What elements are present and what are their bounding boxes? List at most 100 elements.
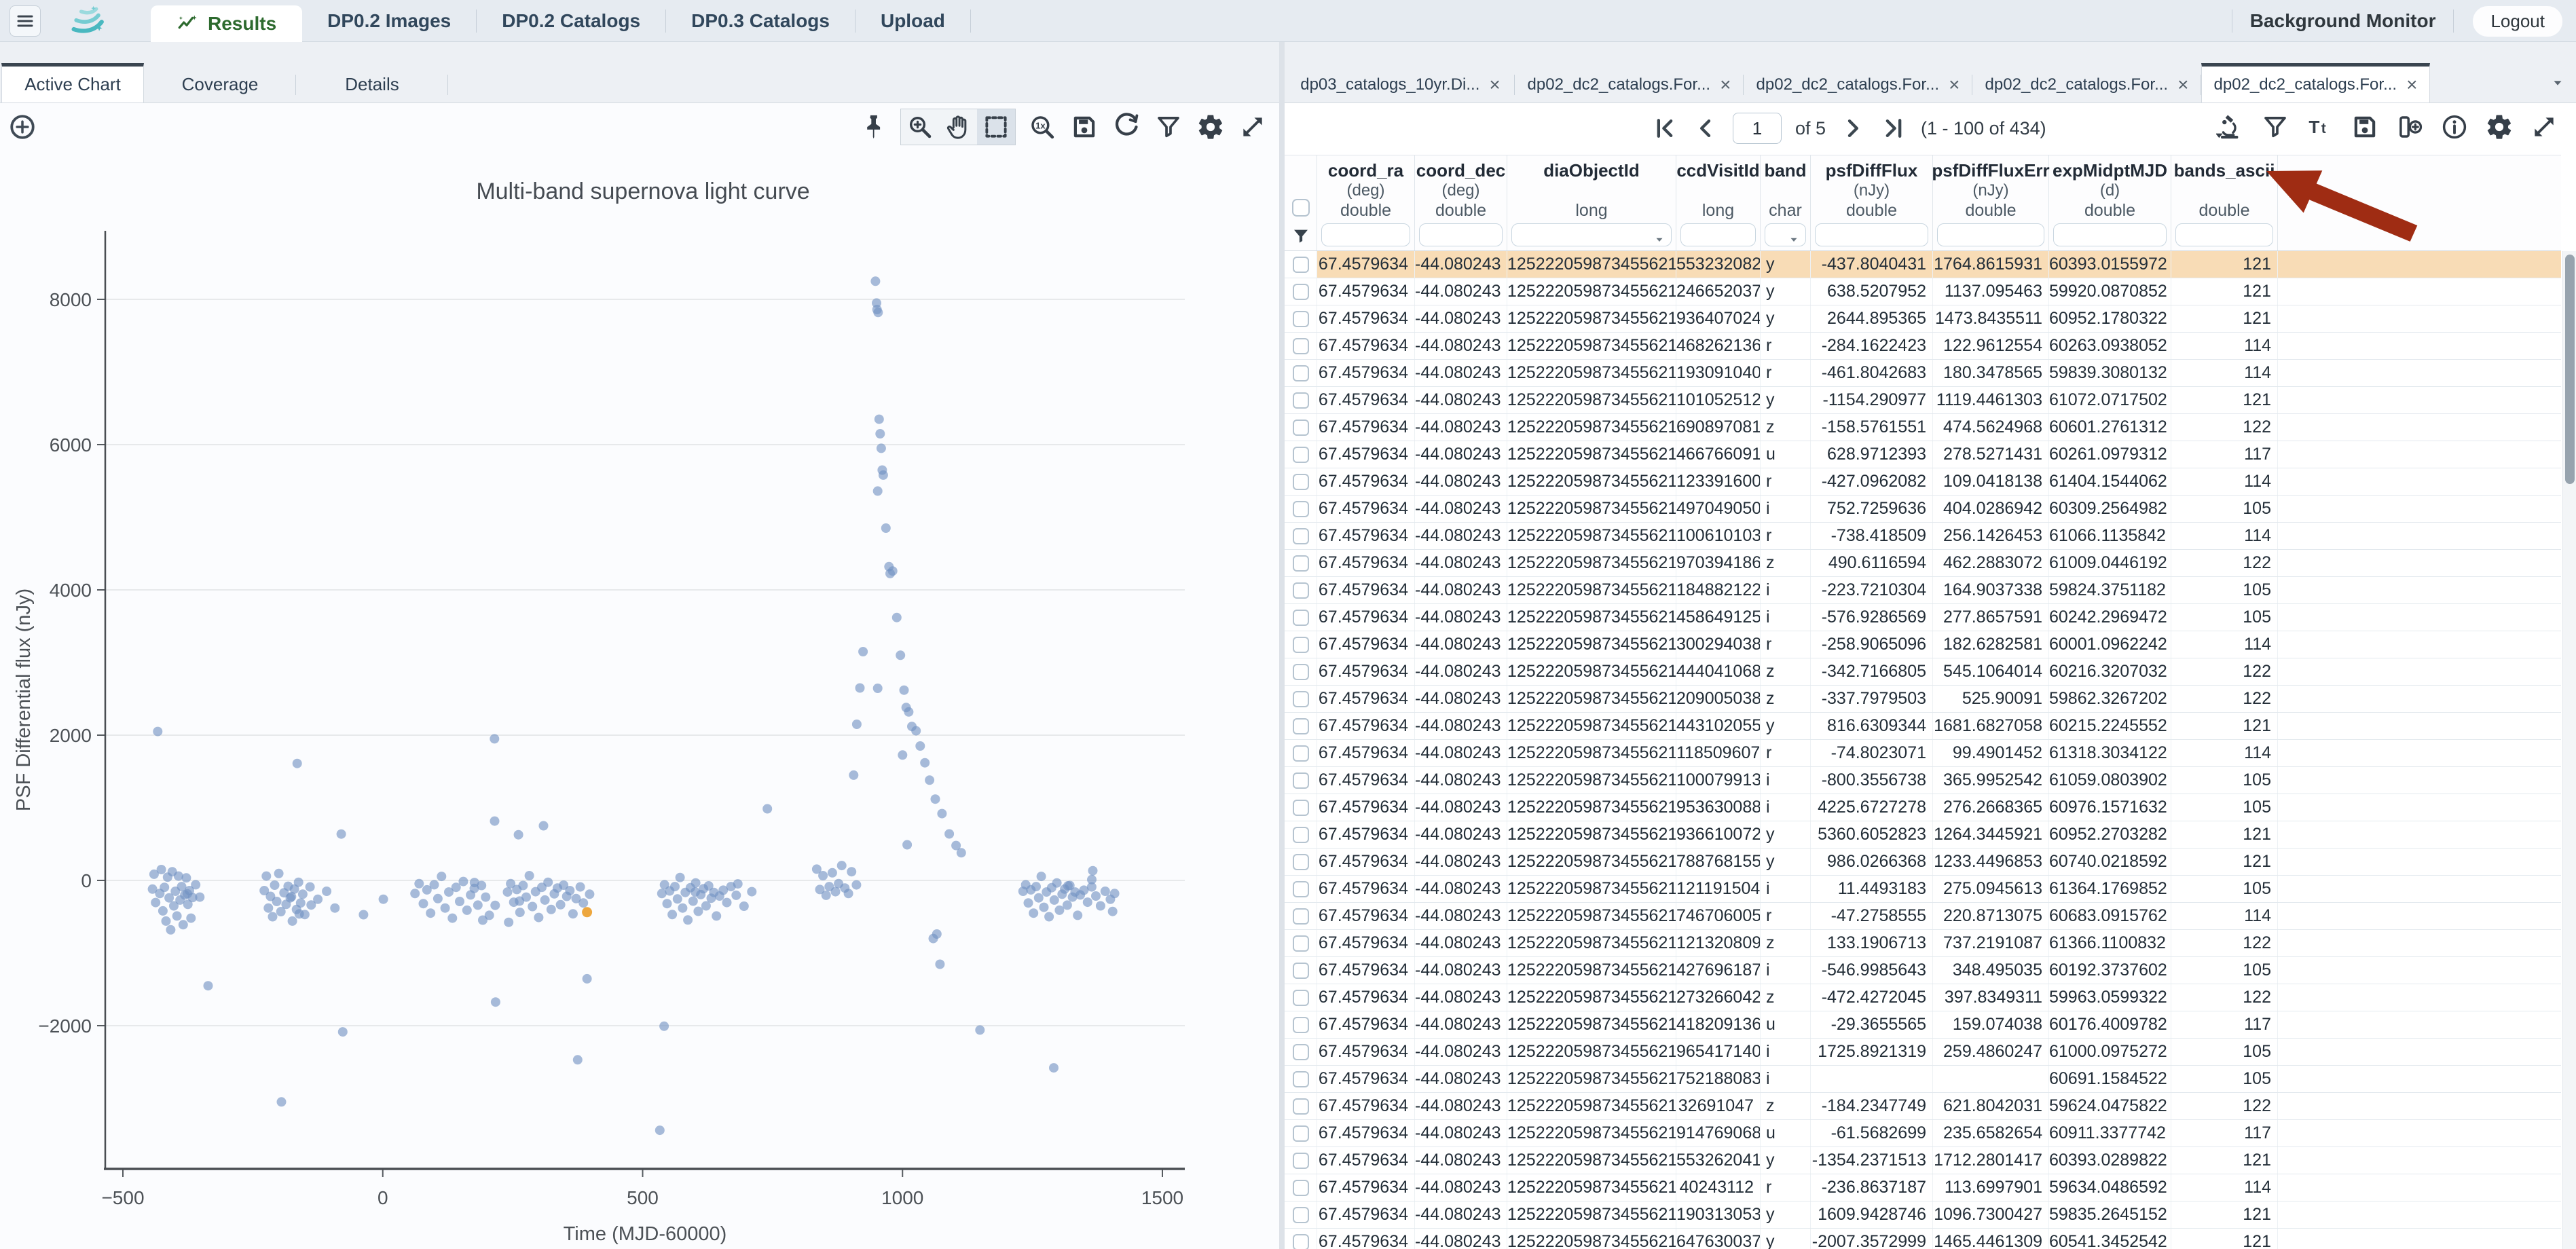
data-point[interactable]: [484, 910, 494, 920]
row-checkbox[interactable]: [1292, 527, 1309, 544]
data-point[interactable]: [915, 741, 925, 751]
data-point[interactable]: [191, 880, 201, 890]
data-point[interactable]: [293, 877, 303, 887]
table-options-button[interactable]: [2215, 111, 2246, 143]
data-point[interactable]: [528, 901, 538, 912]
row-checkbox[interactable]: [1292, 989, 1309, 1006]
table-row[interactable]: 67.4579634 -44.080243 1252220598734556212 5…: [1285, 1147, 2561, 1174]
add-chart-button[interactable]: [8, 113, 37, 141]
data-point[interactable]: [1109, 889, 1120, 899]
data-point[interactable]: [426, 908, 436, 918]
data-point[interactable]: [1049, 1063, 1059, 1073]
row-checkbox[interactable]: [1292, 555, 1309, 572]
data-point[interactable]: [263, 903, 274, 913]
data-point[interactable]: [851, 880, 862, 890]
data-point[interactable]: [151, 897, 161, 908]
data-point[interactable]: [1029, 908, 1039, 918]
table-row[interactable]: 67.4579634 -44.080243 1252220598734556212 1…: [1285, 523, 2561, 550]
column-filter-input[interactable]: [1815, 223, 1928, 246]
data-point[interactable]: [956, 848, 966, 858]
data-point[interactable]: [268, 912, 278, 922]
table-row[interactable]: 67.4579634 -44.080243 1252220598734556212 4…: [1285, 1174, 2561, 1201]
next-page-button[interactable]: [1839, 115, 1866, 142]
data-point[interactable]: [447, 913, 458, 923]
table-row[interactable]: 67.4579634 -44.080243 1252220598734556212 4…: [1285, 957, 2561, 984]
column-filter-input[interactable]: [1680, 223, 1756, 246]
table-row[interactable]: 67.4579634 -44.080243 1252220598734556212 1…: [1285, 767, 2561, 794]
data-point[interactable]: [887, 566, 898, 576]
row-checkbox[interactable]: [1292, 1043, 1309, 1060]
row-checkbox[interactable]: [1292, 609, 1309, 626]
data-point[interactable]: [572, 1055, 583, 1065]
data-point[interactable]: [578, 898, 589, 908]
data-point[interactable]: [855, 683, 865, 693]
data-point[interactable]: [502, 887, 513, 897]
data-point[interactable]: [659, 1021, 669, 1031]
data-point[interactable]: [731, 890, 741, 900]
row-checkbox[interactable]: [1292, 283, 1309, 300]
data-point[interactable]: [762, 804, 773, 814]
data-point[interactable]: [870, 276, 881, 286]
data-point[interactable]: [858, 647, 868, 656]
data-point[interactable]: [904, 707, 914, 717]
data-point[interactable]: [270, 880, 280, 890]
data-point[interactable]: [322, 887, 332, 896]
data-point[interactable]: [521, 892, 531, 902]
data-point[interactable]: [305, 882, 315, 892]
row-checkbox[interactable]: [1292, 690, 1309, 707]
column-filter-input[interactable]: [1765, 223, 1806, 246]
data-point[interactable]: [1086, 882, 1097, 892]
table-row[interactable]: 67.4579634 -44.080243 1252220598734556212 3…: [1285, 1093, 2561, 1120]
data-point[interactable]: [928, 933, 938, 944]
data-point[interactable]: [739, 901, 749, 911]
data-point[interactable]: [337, 1027, 348, 1037]
data-point[interactable]: [462, 905, 472, 915]
data-point[interactable]: [1044, 912, 1054, 922]
data-point[interactable]: [821, 890, 831, 900]
data-point[interactable]: [678, 903, 688, 913]
data-point[interactable]: [911, 726, 921, 736]
data-point[interactable]: [920, 758, 930, 768]
data-point[interactable]: [1088, 865, 1098, 876]
data-point[interactable]: [827, 868, 837, 878]
table-tab-3[interactable]: dp02_dc2_catalogs.For... ×: [1972, 67, 2201, 102]
info-button[interactable]: [2439, 111, 2470, 143]
data-point[interactable]: [662, 899, 672, 909]
data-point[interactable]: [1091, 891, 1101, 901]
table-row[interactable]: 67.4579634 -44.080243 1252220598734556212 7…: [1285, 849, 2561, 876]
table-row[interactable]: 67.4579634 -44.080243 1252220598734556212 4…: [1285, 713, 2561, 740]
table-row[interactable]: 67.4579634 -44.080243 1252220598734556212 9…: [1285, 794, 2561, 821]
data-point[interactable]: [546, 904, 556, 914]
data-point[interactable]: [458, 876, 468, 887]
data-point[interactable]: [655, 1125, 665, 1136]
data-point[interactable]: [878, 470, 888, 480]
filter-button[interactable]: [2260, 111, 2291, 143]
data-point[interactable]: [261, 871, 272, 881]
data-point[interactable]: [358, 910, 369, 920]
row-checkbox[interactable]: [1292, 880, 1309, 897]
row-checkbox[interactable]: [1292, 772, 1309, 789]
vertical-scrollbar[interactable]: [2562, 251, 2576, 1249]
tab-overflow-dropdown-icon[interactable]: [2549, 75, 2566, 90]
table-tab-4[interactable]: dp02_dc2_catalogs.For... ×: [2201, 63, 2430, 102]
data-point[interactable]: [693, 906, 703, 916]
select-all-checkbox[interactable]: [1291, 199, 1310, 217]
data-point[interactable]: [575, 882, 585, 892]
table-row[interactable]: 67.4579634 -44.080243 1252220598734556212 1…: [1285, 740, 2561, 767]
settings-button[interactable]: [1195, 111, 1226, 143]
row-checkbox[interactable]: [1292, 1125, 1309, 1142]
data-point[interactable]: [513, 829, 523, 840]
column-filter-input[interactable]: [1511, 223, 1672, 246]
scrollbar-thumb[interactable]: [2565, 255, 2575, 484]
data-point[interactable]: [330, 903, 340, 913]
table-row[interactable]: 67.4579634 -44.080243 1252220598734556212 4…: [1285, 604, 2561, 631]
data-point[interactable]: [722, 897, 732, 908]
first-page-button[interactable]: [1651, 115, 1678, 142]
data-point[interactable]: [299, 910, 310, 920]
row-checkbox[interactable]: [1292, 663, 1309, 680]
data-point[interactable]: [313, 894, 323, 904]
row-checkbox[interactable]: [1292, 1206, 1309, 1223]
data-point[interactable]: [1082, 897, 1092, 908]
row-checkbox[interactable]: [1292, 473, 1309, 490]
table-row[interactable]: 67.4579634 -44.080243 1252220598734556212 1…: [1285, 468, 2561, 496]
